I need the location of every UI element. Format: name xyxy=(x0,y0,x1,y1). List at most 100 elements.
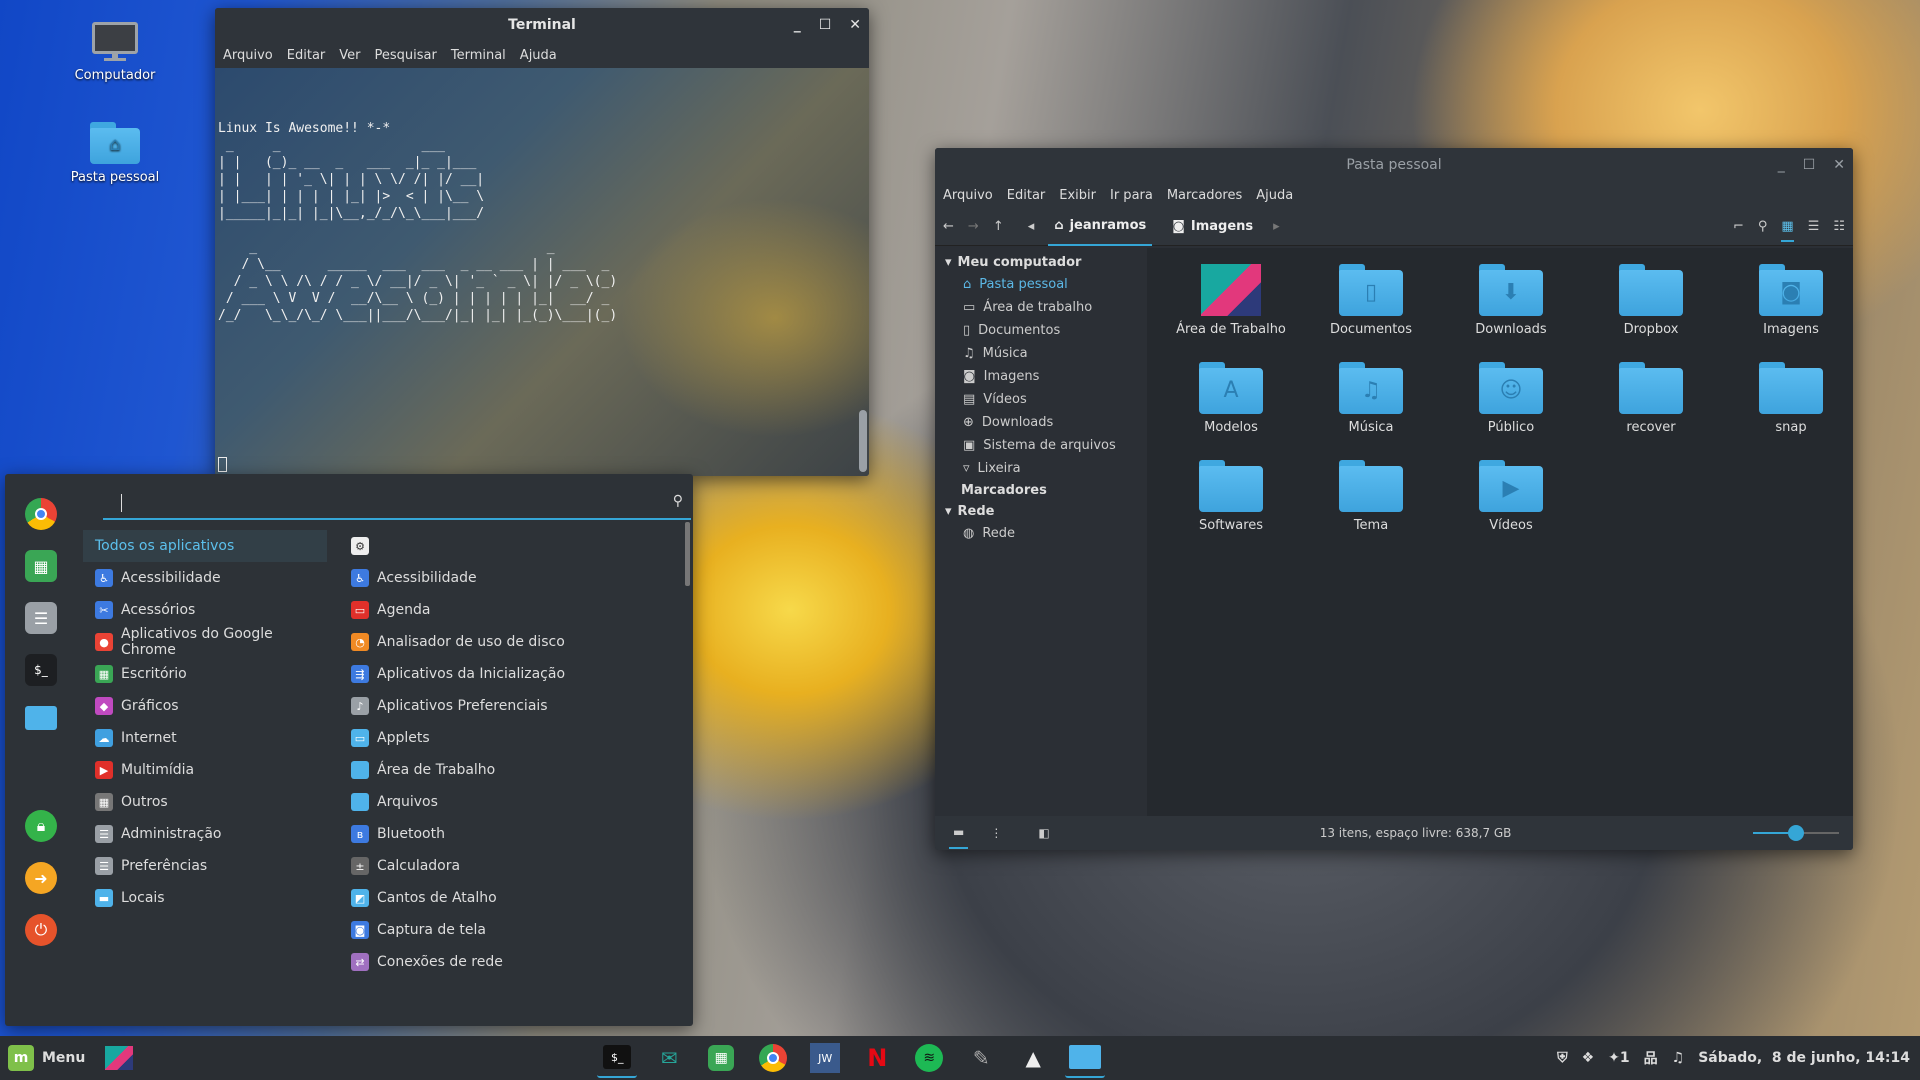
app-item[interactable]: Área de Trabalho xyxy=(339,754,679,786)
sidebar-item-music[interactable]: ♫ Música xyxy=(935,342,1147,365)
menu-item[interactable]: Ver xyxy=(339,48,360,63)
category-item[interactable]: ☁ Internet xyxy=(83,722,327,754)
category-item[interactable]: ✂ Acessórios xyxy=(83,594,327,626)
file-item[interactable]: Tema xyxy=(1301,454,1441,552)
back-icon[interactable]: ← xyxy=(943,219,954,234)
file-item[interactable]: ♫ Música xyxy=(1301,356,1441,454)
file-item[interactable]: ☺ Público xyxy=(1441,356,1581,454)
menu-item[interactable]: Ajuda xyxy=(520,48,557,63)
file-item[interactable]: Área de Trabalho xyxy=(1161,258,1301,356)
sidebar-item-home[interactable]: ⌂ Pasta pessoal xyxy=(935,273,1147,296)
netflix-icon[interactable]: N xyxy=(857,1038,897,1078)
mail-icon[interactable]: ✉ xyxy=(649,1038,689,1078)
category-item[interactable]: ♿ Acessibilidade xyxy=(83,562,327,594)
menu-item[interactable]: Editar xyxy=(1007,188,1046,203)
sidebar-item-trash[interactable]: ▿ Lixeira xyxy=(935,457,1147,480)
chevron-left-icon[interactable]: ◂ xyxy=(1028,219,1035,234)
file-item[interactable]: A Modelos xyxy=(1161,356,1301,454)
settings-icon[interactable]: ☰ xyxy=(25,602,57,634)
shield-icon[interactable]: ⛨ xyxy=(1557,1050,1568,1066)
app-list-scrollbar[interactable] xyxy=(685,522,690,586)
maximize-icon[interactable]: ☐ xyxy=(1803,157,1816,173)
clock[interactable]: Sábado, 8 de junho, 14:14 xyxy=(1698,1050,1910,1066)
minimize-icon[interactable]: _ xyxy=(1778,157,1785,173)
category-item[interactable]: ☰ Preferências xyxy=(83,850,327,882)
category-item[interactable]: ▶ Multimídia xyxy=(83,754,327,786)
folder-icon[interactable] xyxy=(25,706,57,730)
file-item[interactable]: ▶ Vídeos xyxy=(1441,454,1581,552)
compact-view-icon[interactable]: ☷ xyxy=(1833,219,1845,234)
breadcrumb-pictures[interactable]: ◙ Imagens xyxy=(1166,208,1259,246)
sidebar-header-bookmarks[interactable]: Marcadores xyxy=(935,480,1147,501)
spreadsheet-icon[interactable]: ▦ xyxy=(701,1038,741,1078)
app-item[interactable]: ▭ Applets xyxy=(339,722,679,754)
terminal-icon[interactable]: $_ xyxy=(25,654,57,686)
file-item[interactable]: recover xyxy=(1581,356,1721,454)
sidebar-item-desktop[interactable]: ▭ Área de trabalho xyxy=(935,296,1147,319)
jw-org-icon[interactable]: JW xyxy=(805,1038,845,1078)
show-desktop-icon[interactable] xyxy=(99,1038,139,1078)
app-item[interactable]: ◙ Captura de tela xyxy=(339,914,679,946)
close-icon[interactable]: ✕ xyxy=(849,17,861,33)
desktop-icon-home[interactable]: ⌂ Pasta pessoal xyxy=(60,122,170,185)
app-item[interactable]: ♿ Acessibilidade xyxy=(339,562,679,594)
category-item[interactable]: ☰ Administração xyxy=(83,818,327,850)
category-item[interactable]: ◆ Gráficos xyxy=(83,690,327,722)
menu-item[interactable]: Pesquisar xyxy=(375,48,437,63)
sidebar-item-downloads[interactable]: ⊕ Downloads xyxy=(935,411,1147,434)
file-item[interactable]: Dropbox xyxy=(1581,258,1721,356)
close-icon[interactable]: ✕ xyxy=(1833,157,1845,173)
sound-icon[interactable]: ♫ xyxy=(1672,1050,1685,1066)
file-item[interactable]: ⬇ Downloads xyxy=(1441,258,1581,356)
desktop-icon-computer[interactable]: Computador xyxy=(60,22,170,83)
menu-item[interactable]: Arquivo xyxy=(223,48,273,63)
up-icon[interactable]: ↑ xyxy=(993,219,1004,234)
category-item[interactable]: ▬ Locais xyxy=(83,882,327,914)
category-item[interactable]: ● Aplicativos do Google Chrome xyxy=(83,626,327,658)
notifications-icon[interactable]: ✦1 xyxy=(1608,1050,1629,1066)
gimp-icon[interactable]: ✎ xyxy=(961,1038,1001,1078)
sidebar-item-videos[interactable]: ▤ Vídeos xyxy=(935,388,1147,411)
terminal-window[interactable]: Terminal _ ☐ ✕ Arquivo Editar Ver Pesqui… xyxy=(215,8,869,476)
app-item[interactable]: ♪ Aplicativos Preferenciais xyxy=(339,690,679,722)
minimize-icon[interactable]: _ xyxy=(794,17,801,33)
breadcrumb-home[interactable]: ⌂ jeanramos xyxy=(1048,208,1153,246)
app-item[interactable]: ± Calculadora xyxy=(339,850,679,882)
file-item[interactable]: ▯ Documentos xyxy=(1301,258,1441,356)
inkscape-icon[interactable]: ▲ xyxy=(1013,1038,1053,1078)
menu-item[interactable]: Ajuda xyxy=(1256,188,1293,203)
chrome-icon[interactable] xyxy=(753,1038,793,1078)
sidebar-item-network[interactable]: ◍ Rede xyxy=(935,522,1147,545)
app-item[interactable]: ⇶ Aplicativos da Inicialização xyxy=(339,658,679,690)
icon-view-icon[interactable]: ▦ xyxy=(1781,219,1794,242)
category-item[interactable]: ▦ Outros xyxy=(83,786,327,818)
network-icon[interactable]: 品 xyxy=(1644,1048,1658,1068)
chrome-icon[interactable] xyxy=(25,498,57,530)
app-item[interactable]: Arquivos xyxy=(339,786,679,818)
sidebar-item-filesystem[interactable]: ▣ Sistema de arquivos xyxy=(935,434,1147,457)
logout-icon[interactable]: ➜ xyxy=(25,862,57,894)
app-item[interactable]: ▭ Agenda xyxy=(339,594,679,626)
sidebar-header-computer[interactable]: ▾ Meu computador xyxy=(935,252,1147,273)
app-item[interactable]: ʙ Bluetooth xyxy=(339,818,679,850)
menu-item[interactable]: Ir para xyxy=(1110,188,1153,203)
maximize-icon[interactable]: ☐ xyxy=(819,17,832,33)
zoom-slider[interactable] xyxy=(1753,825,1839,841)
menu-item[interactable]: Editar xyxy=(287,48,326,63)
menu-search-input[interactable] xyxy=(121,494,124,512)
menu-item[interactable]: Terminal xyxy=(451,48,506,63)
menu-button[interactable]: m Menu xyxy=(0,1036,93,1080)
files-titlebar[interactable]: Pasta pessoal _ ☐ ✕ xyxy=(935,148,1853,182)
category-item[interactable]: ▦ Escritório xyxy=(83,658,327,690)
list-view-icon[interactable]: ☰ xyxy=(1808,219,1820,234)
terminal-toggle-icon[interactable]: ⌐ xyxy=(1733,219,1744,234)
search-icon[interactable]: ⚲ xyxy=(1758,219,1768,234)
zoom-slider-handle[interactable] xyxy=(1788,825,1804,841)
terminal-scrollbar[interactable] xyxy=(859,410,867,472)
lock-icon[interactable]: 🔒︎ xyxy=(25,810,57,842)
app-item[interactable]: ◔ Analisador de uso de disco xyxy=(339,626,679,658)
sidebar-item-documents[interactable]: ▯ Documentos xyxy=(935,319,1147,342)
menu-search-field[interactable]: ⚲ xyxy=(103,488,691,520)
file-item[interactable]: ◙ Imagens xyxy=(1721,258,1853,356)
menu-item[interactable]: Marcadores xyxy=(1167,188,1242,203)
